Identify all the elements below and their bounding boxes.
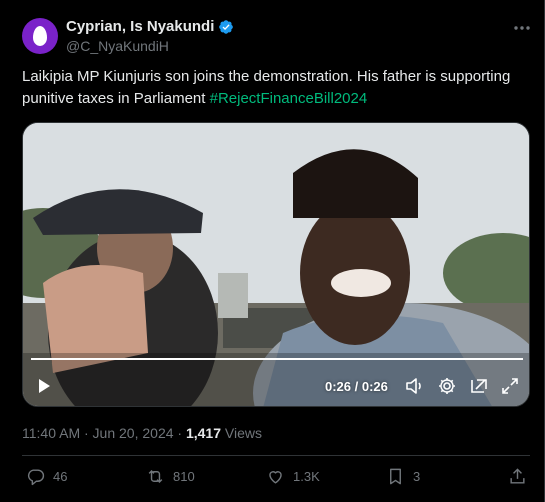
video-frame xyxy=(23,123,529,406)
tweet-timestamp[interactable]: 11:40 AM · Jun 20, 2024 · xyxy=(22,425,186,441)
tweet-text: Laikipia MP Kiunjuris son joins the demo… xyxy=(22,66,522,110)
reply-button[interactable]: 46 xyxy=(26,467,67,486)
reply-icon xyxy=(27,469,45,486)
play-icon[interactable] xyxy=(37,376,51,396)
hashtag-link[interactable]: #RejectFinanceBill2024 xyxy=(210,90,368,107)
views-count: 1,417 xyxy=(185,425,221,441)
video-player[interactable]: 0:26 / 0:26 xyxy=(22,122,530,407)
repost-icon xyxy=(148,469,163,484)
views-label: Views xyxy=(221,425,262,441)
video-progress-bar[interactable] xyxy=(31,358,523,360)
reply-count: 46 xyxy=(53,469,68,484)
verified-badge-icon xyxy=(219,19,234,34)
fullscreen-icon[interactable] xyxy=(500,376,520,396)
tweet-card: Cyprian, Is Nyakundi @C_NyaKundiH Laikip… xyxy=(0,0,545,502)
bookmark-count: 3 xyxy=(413,469,421,484)
share-button[interactable] xyxy=(508,467,527,486)
share-icon xyxy=(510,468,525,484)
author-name-row: Cyprian, Is Nyakundi xyxy=(66,18,234,35)
settings-icon[interactable] xyxy=(437,376,457,396)
author-display-name[interactable]: Cyprian, Is Nyakundi xyxy=(66,18,214,35)
avatar[interactable] xyxy=(22,18,58,54)
repost-button[interactable]: 810 xyxy=(146,467,195,486)
more-icon[interactable] xyxy=(512,18,532,38)
bookmark-button[interactable]: 3 xyxy=(386,467,420,486)
bookmark-icon xyxy=(390,468,401,485)
like-count: 1.3K xyxy=(293,469,320,484)
repost-count: 810 xyxy=(173,469,195,484)
popout-icon[interactable] xyxy=(469,376,489,396)
tweet-meta: 11:40 AM · Jun 20, 2024 · 1,417 Views xyxy=(22,425,262,441)
like-button[interactable]: 1.3K xyxy=(266,467,320,486)
divider xyxy=(22,455,530,456)
video-time: 0:26 / 0:26 xyxy=(325,379,388,394)
like-icon xyxy=(269,471,282,484)
video-progress-fill xyxy=(31,358,523,360)
volume-icon[interactable] xyxy=(404,376,424,396)
author-handle[interactable]: @C_NyaKundiH xyxy=(66,38,169,54)
